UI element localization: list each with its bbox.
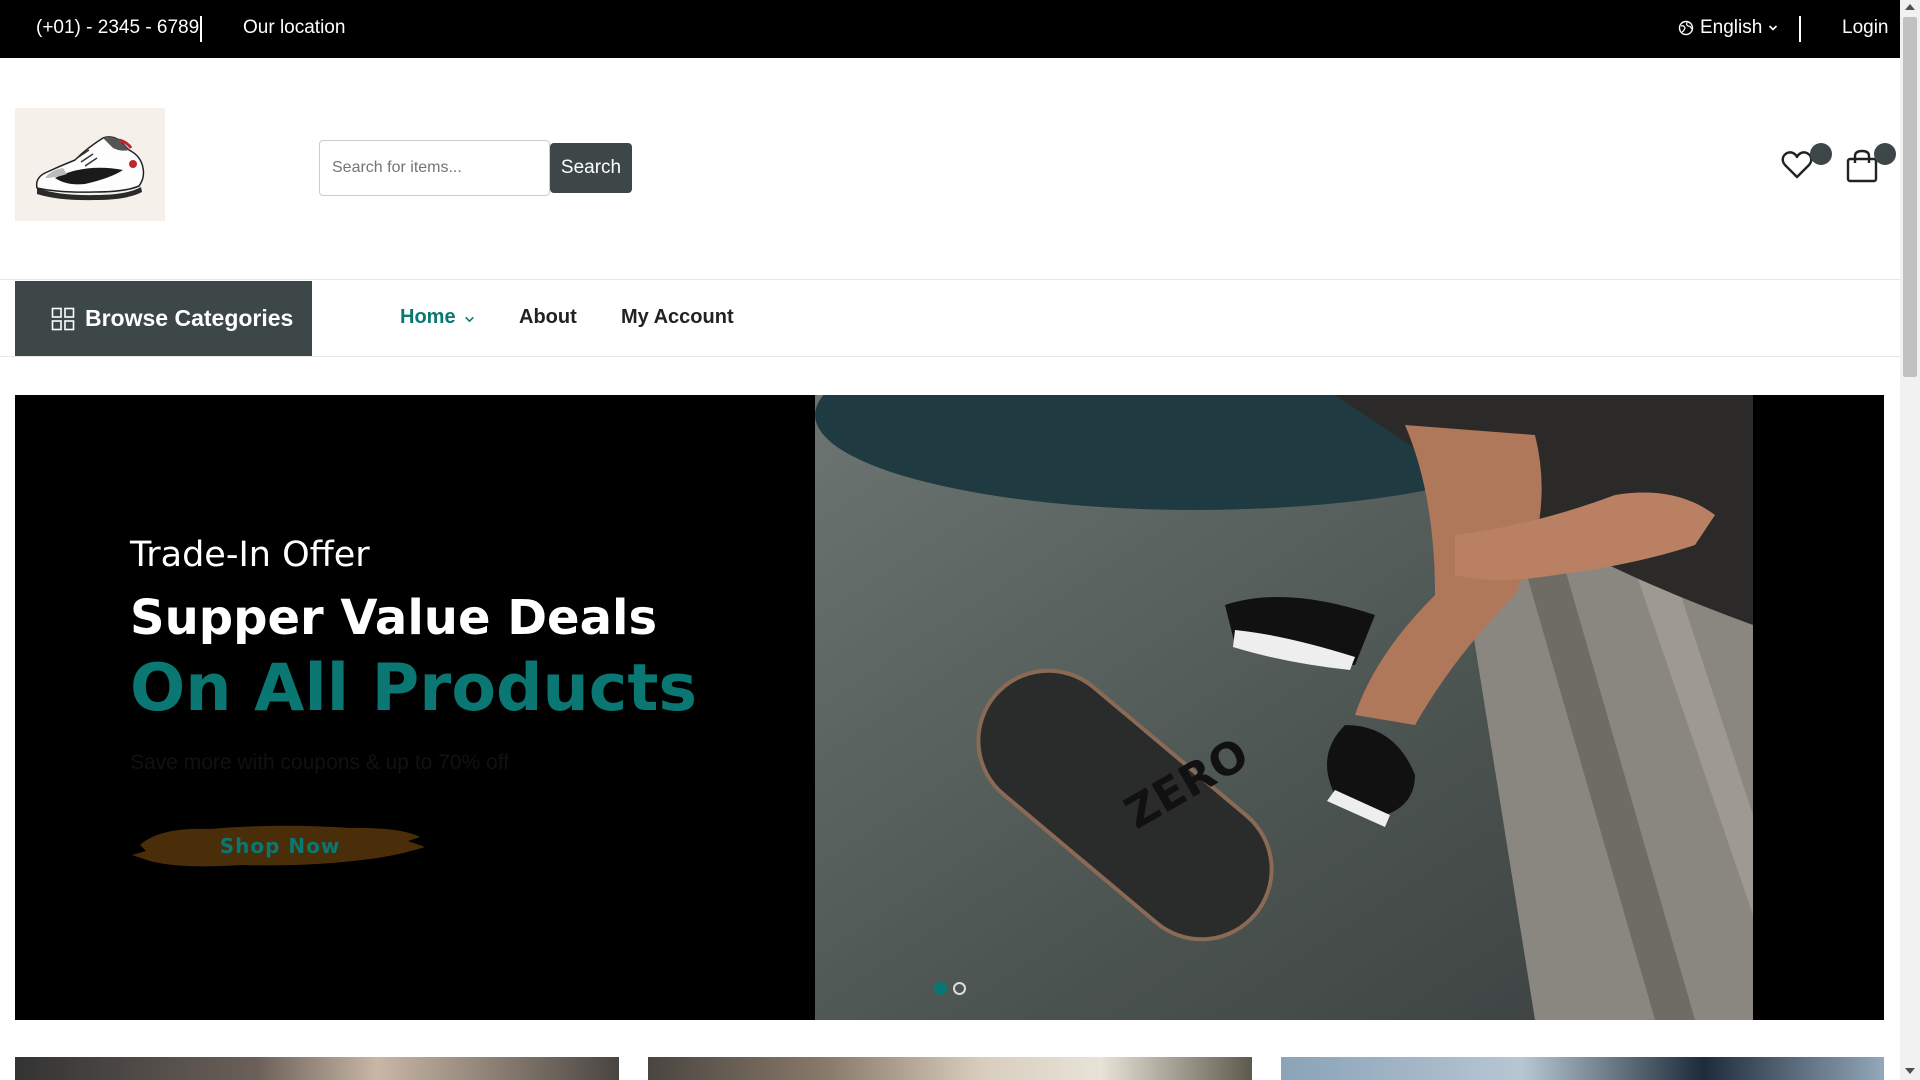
- hero-title-highlight: On All Products: [130, 651, 698, 726]
- search-input[interactable]: [319, 140, 550, 196]
- hero-slider: ZERO Trade-In Offer Supper Value Deals O…: [15, 395, 1884, 1020]
- divider: [1799, 16, 1801, 42]
- shop-now-button[interactable]: Shop Now: [130, 815, 430, 877]
- skateboarder-photo: ZERO: [815, 395, 1753, 1020]
- hero-subtitle: Save more with coupons & up to 70% off: [130, 751, 510, 774]
- nav-item-home[interactable]: Home: [400, 306, 475, 329]
- grid-icon: [51, 307, 75, 330]
- divider: [0, 279, 1900, 280]
- nav-item-about[interactable]: About: [519, 306, 577, 329]
- scroll-down-arrow-icon[interactable]: [1905, 1068, 1915, 1074]
- nav-item-label: Home: [400, 306, 456, 328]
- slider-dot-active[interactable]: [934, 982, 947, 995]
- wishlist-count-badge: [1810, 143, 1832, 165]
- category-card[interactable]: [15, 1057, 619, 1080]
- slider-dot[interactable]: [953, 982, 966, 995]
- divider: [0, 356, 1900, 357]
- hero-pre-title: Trade-In Offer: [130, 535, 370, 575]
- nav-item-my-account[interactable]: My Account: [621, 306, 734, 329]
- divider: [200, 16, 202, 42]
- scroll-up-arrow-icon[interactable]: [1905, 4, 1915, 10]
- category-card[interactable]: [648, 1057, 1252, 1080]
- page-scrollbar[interactable]: [1900, 0, 1920, 1080]
- cart-count-badge: [1874, 143, 1896, 165]
- chevron-down-icon: [1769, 25, 1778, 31]
- browse-categories-button[interactable]: Browse Categories: [15, 281, 312, 356]
- login-link[interactable]: Login: [1842, 17, 1889, 39]
- sneaker-logo-icon: [15, 108, 165, 221]
- shop-now-label: Shop Now: [219, 834, 341, 858]
- hero-image: ZERO: [815, 395, 1753, 1020]
- hero-title: Supper Value Deals: [130, 590, 658, 646]
- language-selector[interactable]: English: [1678, 17, 1778, 39]
- location-link[interactable]: Our location: [243, 17, 345, 39]
- chevron-down-icon: [464, 316, 474, 323]
- top-bar: (+01) - 2345 - 6789 Our location English…: [0, 0, 1900, 58]
- search-button[interactable]: Search: [550, 143, 632, 193]
- phone-number[interactable]: (+01) - 2345 - 6789: [36, 17, 199, 39]
- language-label: English: [1700, 17, 1763, 38]
- scrollbar-thumb[interactable]: [1903, 17, 1917, 377]
- browse-categories-label: Browse Categories: [85, 305, 294, 331]
- site-logo[interactable]: [15, 108, 165, 221]
- heart-icon[interactable]: [1780, 148, 1814, 182]
- category-card[interactable]: [1281, 1057, 1884, 1080]
- globe-icon: [1678, 20, 1694, 36]
